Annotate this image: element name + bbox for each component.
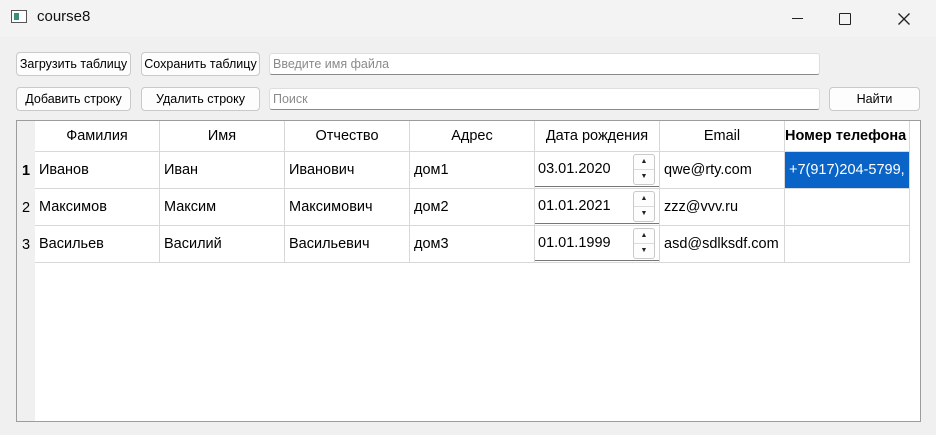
save-table-button[interactable]: Сохранить таблицу — [141, 52, 260, 76]
table-cell-address[interactable]: дом1 — [410, 152, 535, 189]
add-row-button[interactable]: Добавить строку — [16, 87, 131, 111]
minimize-button[interactable] — [774, 0, 820, 37]
table-cell-address[interactable]: дом2 — [410, 189, 535, 226]
date-value: 01.01.1999 — [538, 235, 611, 251]
date-value: 01.01.2021 — [538, 198, 611, 214]
spin-up-arrow-icon[interactable]: ▲ — [634, 229, 654, 244]
table-cell-name[interactable]: Василий — [160, 226, 285, 263]
table-cell-patronymic[interactable]: Максимович — [285, 189, 410, 226]
table-cell-birthdate: 01.01.1999 ▲ ▼ — [535, 226, 660, 263]
birthdate-date-edit[interactable]: 01.01.1999 ▲ ▼ — [535, 226, 659, 261]
delete-row-button[interactable]: Удалить строку — [141, 87, 260, 111]
table-cell-name[interactable]: Иван — [160, 152, 285, 189]
search-input[interactable] — [269, 88, 820, 110]
column-header-surname[interactable]: Фамилия — [35, 121, 160, 152]
table-cell-surname[interactable]: Иванов — [35, 152, 160, 189]
table-cell-email[interactable]: zzz@vvv.ru — [660, 189, 785, 226]
column-header-phone[interactable]: Номер телефона — [785, 121, 910, 152]
minimize-icon — [791, 18, 803, 19]
spin-down-arrow-icon[interactable]: ▼ — [634, 207, 654, 221]
data-table[interactable]: Фамилия Имя Отчество Адрес Дата рождения… — [16, 120, 921, 422]
column-header-birthdate[interactable]: Дата рождения — [535, 121, 660, 152]
column-header-address[interactable]: Адрес — [410, 121, 535, 152]
table-cell-email[interactable]: asd@sdlksdf.com — [660, 226, 785, 263]
spin-up-arrow-icon[interactable]: ▲ — [634, 155, 654, 170]
spin-down-arrow-icon[interactable]: ▼ — [634, 170, 654, 184]
table-cell-surname[interactable]: Максимов — [35, 189, 160, 226]
table-cell-email[interactable]: qwe@rty.com — [660, 152, 785, 189]
title-bar: course8 — [0, 0, 936, 37]
table-cell-surname[interactable]: Васильев — [35, 226, 160, 263]
date-spinbox: ▲ ▼ — [633, 190, 655, 222]
table-corner[interactable] — [17, 121, 35, 152]
row-header[interactable]: 2 — [17, 189, 35, 226]
close-icon — [898, 12, 910, 25]
table-cell-birthdate: 03.01.2020 ▲ ▼ — [535, 152, 660, 189]
find-button[interactable]: Найти — [829, 87, 920, 111]
table-cell-phone[interactable]: +7(917)204-5799, — [785, 152, 910, 189]
table-cell-name[interactable]: Максим — [160, 189, 285, 226]
table-cell-phone[interactable] — [785, 189, 910, 226]
window-app-icon — [11, 10, 27, 23]
maximize-icon — [839, 12, 851, 25]
table-cell-phone[interactable] — [785, 226, 910, 263]
birthdate-date-edit[interactable]: 03.01.2020 ▲ ▼ — [535, 152, 659, 187]
table-cell-patronymic[interactable]: Иванович — [285, 152, 410, 189]
row-header[interactable]: 1 — [17, 152, 35, 189]
column-header-name[interactable]: Имя — [160, 121, 285, 152]
spin-down-arrow-icon[interactable]: ▼ — [634, 244, 654, 258]
column-header-patronymic[interactable]: Отчество — [285, 121, 410, 152]
maximize-button[interactable] — [822, 0, 868, 37]
birthdate-date-edit[interactable]: 01.01.2021 ▲ ▼ — [535, 189, 659, 224]
column-header-email[interactable]: Email — [660, 121, 785, 152]
date-spinbox: ▲ ▼ — [633, 227, 655, 259]
table-cell-address[interactable]: дом3 — [410, 226, 535, 263]
table-cell-birthdate: 01.01.2021 ▲ ▼ — [535, 189, 660, 226]
load-table-button[interactable]: Загрузить таблицу — [16, 52, 131, 76]
spin-up-arrow-icon[interactable]: ▲ — [634, 192, 654, 207]
filename-input[interactable] — [269, 53, 820, 75]
date-value: 03.01.2020 — [538, 161, 611, 177]
table-cell-patronymic[interactable]: Васильевич — [285, 226, 410, 263]
window-title: course8 — [37, 8, 91, 25]
row-header[interactable]: 3 — [17, 226, 35, 263]
close-button[interactable] — [881, 0, 927, 37]
date-spinbox: ▲ ▼ — [633, 153, 655, 185]
